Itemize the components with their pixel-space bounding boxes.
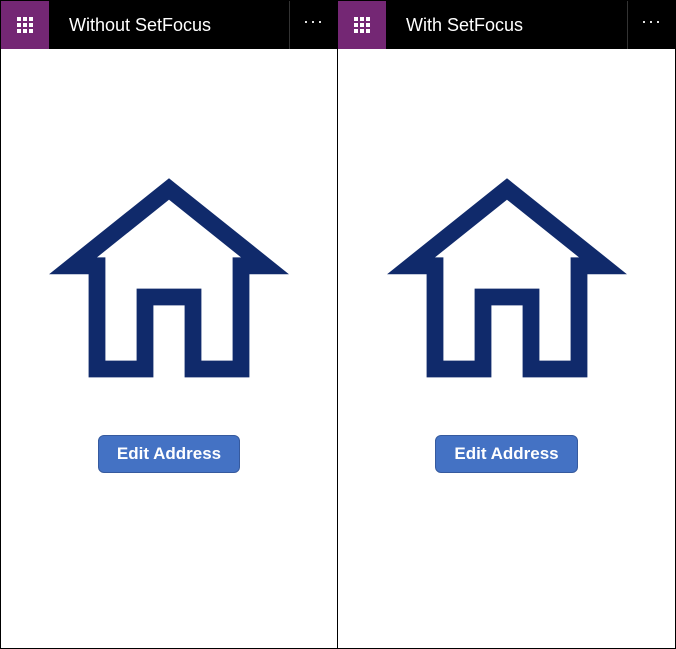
screen-content: Edit Address (338, 49, 675, 648)
app-title: With SetFocus (386, 1, 627, 49)
titlebar: With SetFocus ··· (338, 1, 675, 49)
app-launcher-icon (354, 17, 370, 33)
edit-address-button[interactable]: Edit Address (98, 435, 240, 473)
ellipsis-icon: ··· (303, 12, 324, 30)
app-launcher-icon (17, 17, 33, 33)
app-title: Without SetFocus (49, 1, 289, 49)
titlebar: Without SetFocus ··· (1, 1, 337, 49)
app-launcher-button[interactable] (1, 1, 49, 49)
more-options-button[interactable]: ··· (627, 1, 675, 49)
home-icon (49, 165, 289, 405)
app-pane-right: With SetFocus ··· Edit Address (338, 0, 676, 649)
home-icon (387, 165, 627, 405)
ellipsis-icon: ··· (641, 12, 662, 30)
app-launcher-button[interactable] (338, 1, 386, 49)
edit-address-button[interactable]: Edit Address (435, 435, 577, 473)
screen-content: Edit Address (1, 49, 337, 648)
app-pane-left: Without SetFocus ··· Edit Address (0, 0, 338, 649)
more-options-button[interactable]: ··· (289, 1, 337, 49)
